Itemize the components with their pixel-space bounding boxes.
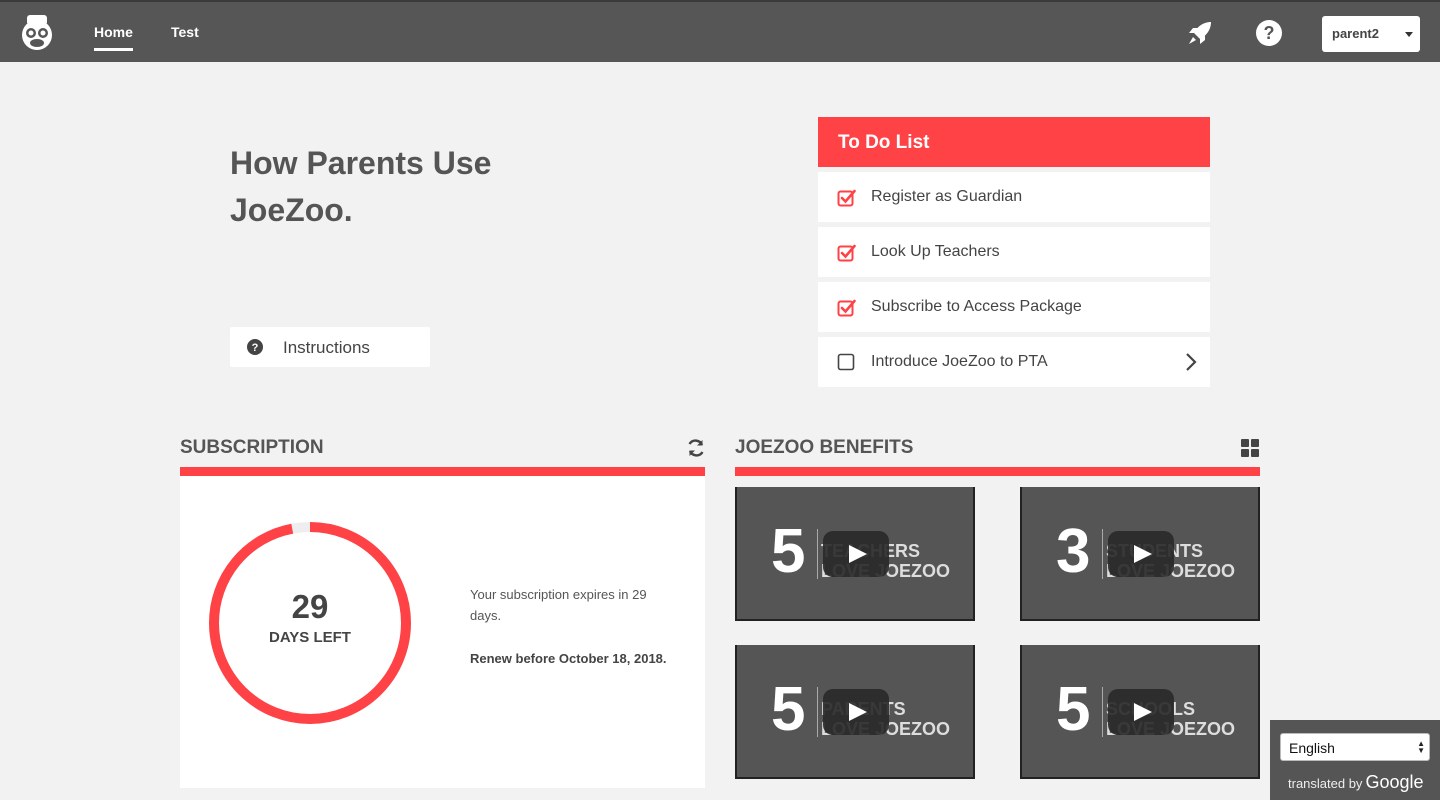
user-dropdown[interactable]: parent2 <box>1322 16 1420 52</box>
todo-item-label: Register as Guardian <box>871 188 1023 205</box>
svg-text:?: ? <box>252 342 259 354</box>
question-circle-icon: ? <box>247 339 263 355</box>
translated-by-label: translated by Google <box>1288 772 1423 793</box>
caret-down-icon <box>1405 32 1413 37</box>
video-divider <box>1102 529 1103 579</box>
instructions-button[interactable]: ? Instructions <box>230 327 430 367</box>
subscription-accent-bar <box>180 467 705 476</box>
subscription-expiry-text: Your subscription expires in 29 days. <box>470 587 647 623</box>
play-icon[interactable] <box>1108 689 1174 735</box>
todo-item-register[interactable]: Register as Guardian <box>818 172 1210 222</box>
todo-list-header: To Do List <box>818 117 1210 167</box>
checkbox-checked-icon[interactable] <box>837 188 856 207</box>
refresh-icon[interactable] <box>686 438 706 458</box>
subscription-card: 29 DAYS LEFT Your subscription expires i… <box>180 476 705 788</box>
headline-line-2: JoeZoo. <box>230 192 353 228</box>
top-navbar: Home Test ? parent2 <box>0 0 1440 62</box>
grid-icon[interactable] <box>1240 438 1260 458</box>
days-left-label: DAYS LEFT <box>269 629 351 646</box>
nav-test-link[interactable]: Test <box>171 24 199 40</box>
checkbox-checked-icon[interactable] <box>837 298 856 317</box>
benefits-title: JOEZOO BENEFITS <box>735 437 914 458</box>
video-divider <box>817 529 818 579</box>
select-arrows-icon: ▲ ▼ <box>1417 739 1425 755</box>
todo-item-label: Look Up Teachers <box>871 243 1000 260</box>
video-thumbnail[interactable]: 5 SCHOOLSLOVE JOEZOO <box>1020 645 1260 779</box>
video-number: 3 <box>1056 517 1091 586</box>
todo-item-introduce-pta[interactable]: Introduce JoeZoo to PTA <box>818 337 1210 387</box>
todo-item-label: Subscribe to Access Package <box>871 298 1082 315</box>
video-divider <box>817 687 818 737</box>
language-select-value: English <box>1289 740 1335 756</box>
instructions-label: Instructions <box>283 338 370 357</box>
play-icon[interactable] <box>823 689 889 735</box>
video-number: 5 <box>771 675 806 744</box>
checkbox-checked-icon[interactable] <box>837 243 856 262</box>
play-icon[interactable] <box>1108 531 1174 577</box>
todo-item-subscribe[interactable]: Subscribe to Access Package <box>818 282 1210 332</box>
headline-line-1: How Parents Use <box>230 145 492 181</box>
nav-home-link[interactable]: Home <box>94 24 133 51</box>
chevron-right-icon[interactable] <box>1184 351 1198 373</box>
video-thumbnail[interactable]: 3 STUDENTSLOVE JOEZOO <box>1020 487 1260 621</box>
todo-item-label: Introduce JoeZoo to PTA <box>871 353 1048 370</box>
subscription-title: SUBSCRIPTION <box>180 437 324 458</box>
days-left-number: 29 <box>291 588 329 625</box>
page-headline: How Parents Use JoeZoo. <box>230 140 550 234</box>
google-logo: Google <box>1365 772 1424 792</box>
language-select[interactable]: English ▲ ▼ <box>1280 733 1430 761</box>
svg-text:?: ? <box>1264 23 1275 43</box>
todo-item-look-up-teachers[interactable]: Look Up Teachers <box>818 227 1210 277</box>
video-number: 5 <box>771 517 806 586</box>
checkbox-empty-icon[interactable] <box>837 353 856 372</box>
play-icon[interactable] <box>823 531 889 577</box>
video-number: 5 <box>1056 675 1091 744</box>
video-divider <box>1102 687 1103 737</box>
google-translate-widget: English ▲ ▼ translated by Google <box>1270 720 1440 800</box>
rocket-icon[interactable] <box>1185 18 1215 48</box>
video-thumbnail[interactable]: 5 TEACHERSLOVE JOEZOO <box>735 487 975 621</box>
monkey-logo-icon[interactable] <box>18 12 56 52</box>
help-icon[interactable]: ? <box>1254 18 1284 48</box>
subscription-renew-text: Renew before October 18, 2018. <box>470 651 667 666</box>
video-thumbnail[interactable]: 5 PARENTSLOVE JOEZOO <box>735 645 975 779</box>
benefits-accent-bar <box>735 467 1260 476</box>
translated-by-text: translated by <box>1288 776 1363 791</box>
user-dropdown-label: parent2 <box>1332 26 1379 41</box>
